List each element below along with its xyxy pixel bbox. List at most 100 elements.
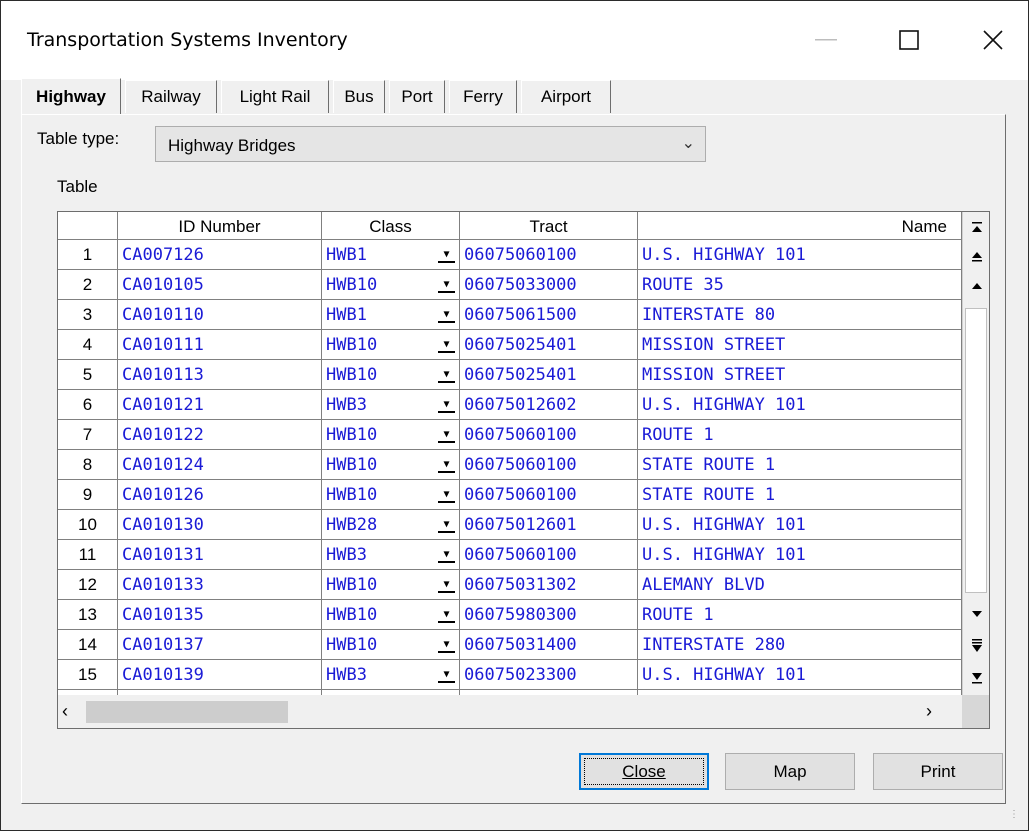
name-cell[interactable]: U.S. HIGHWAY 101 bbox=[638, 510, 962, 540]
scroll-down-icon[interactable] bbox=[963, 600, 989, 627]
tract-cell[interactable]: 06075060100 bbox=[460, 540, 638, 570]
column-header-name[interactable]: Name bbox=[638, 212, 962, 240]
table-row[interactable]: 14 CA010137 HWB10 ▼ 06075031400 INTERSTATE 28… bbox=[58, 630, 962, 660]
class-cell[interactable]: HWB10 ▼ bbox=[322, 480, 460, 510]
id-number-cell[interactable]: CA010133 bbox=[118, 570, 322, 600]
table-row[interactable]: 4 CA010111 HWB10 ▼ 06075025401 MISSION STREET bbox=[58, 330, 962, 360]
close-button[interactable]: Close bbox=[579, 753, 709, 790]
class-cell[interactable]: HWB10 ▼ bbox=[322, 450, 460, 480]
table-row[interactable]: 10 CA010130 HWB28 ▼ 06075012601 U.S. HIGHWAY … bbox=[58, 510, 962, 540]
class-cell[interactable]: HWB1 ▼ bbox=[322, 240, 460, 270]
dropdown-arrow-icon[interactable]: ▼ bbox=[438, 369, 455, 383]
tract-cell[interactable]: 06075012602 bbox=[460, 390, 638, 420]
table-row[interactable]: 13 CA010135 HWB10 ▼ 06075980300 ROUTE 1 bbox=[58, 600, 962, 630]
tab-port[interactable]: Port bbox=[389, 80, 445, 113]
class-cell[interactable]: HWB10 ▼ bbox=[322, 420, 460, 450]
tract-cell[interactable]: 06075033000 bbox=[460, 270, 638, 300]
map-button[interactable]: Map bbox=[725, 753, 855, 790]
class-cell[interactable]: HWB3 ▼ bbox=[322, 390, 460, 420]
class-cell[interactable]: HWB10 ▼ bbox=[322, 330, 460, 360]
scroll-right-icon[interactable]: › bbox=[926, 701, 932, 722]
class-cell[interactable]: HWB10 ▼ bbox=[322, 570, 460, 600]
name-cell[interactable]: ROUTE 1 bbox=[638, 600, 962, 630]
tract-cell[interactable]: 06075025401 bbox=[460, 330, 638, 360]
tract-cell[interactable]: 06075031302 bbox=[460, 570, 638, 600]
column-header-id-number[interactable]: ID Number bbox=[118, 212, 322, 240]
data-grid[interactable]: ID Number Class Tract Name 1 CA007126 HWB1… bbox=[57, 211, 990, 729]
dropdown-arrow-icon[interactable]: ▼ bbox=[438, 399, 455, 413]
dropdown-arrow-icon[interactable]: ▼ bbox=[438, 309, 455, 323]
dropdown-arrow-icon[interactable]: ▼ bbox=[438, 339, 455, 353]
tract-cell[interactable]: 06075023300 bbox=[460, 660, 638, 690]
id-number-cell[interactable]: CA010122 bbox=[118, 420, 322, 450]
class-cell[interactable]: HWB10 ▼ bbox=[322, 270, 460, 300]
table-row[interactable]: 3 CA010110 HWB1 ▼ 06075061500 INTERSTATE 80 bbox=[58, 300, 962, 330]
vertical-scrollbar[interactable] bbox=[962, 212, 989, 695]
table-row[interactable]: 1 CA007126 HWB1 ▼ 06075060100 U.S. HIGHWAY 10… bbox=[58, 240, 962, 270]
id-number-cell[interactable]: CA010110 bbox=[118, 300, 322, 330]
name-cell[interactable]: U.S. HIGHWAY 101 bbox=[638, 660, 962, 690]
name-cell[interactable]: ALEMANY BLVD bbox=[638, 570, 962, 600]
id-number-cell[interactable]: CA010124 bbox=[118, 450, 322, 480]
id-number-cell[interactable]: CA010113 bbox=[118, 360, 322, 390]
tab-bus[interactable]: Bus bbox=[333, 80, 385, 113]
dropdown-arrow-icon[interactable]: ▼ bbox=[438, 459, 455, 473]
id-number-cell[interactable]: CA010121 bbox=[118, 390, 322, 420]
id-number-cell[interactable]: CA010135 bbox=[118, 600, 322, 630]
tract-cell[interactable]: 06075061500 bbox=[460, 300, 638, 330]
tract-cell[interactable]: 06075060100 bbox=[460, 450, 638, 480]
name-cell[interactable]: INTERSTATE 80 bbox=[638, 300, 962, 330]
dropdown-arrow-icon[interactable]: ▼ bbox=[438, 579, 455, 593]
id-number-cell[interactable]: CA010126 bbox=[118, 480, 322, 510]
dropdown-arrow-icon[interactable]: ▼ bbox=[438, 429, 455, 443]
scroll-bottom-icon[interactable] bbox=[963, 664, 989, 691]
name-cell[interactable]: U.S. HIGHWAY 101 bbox=[638, 240, 962, 270]
dropdown-arrow-icon[interactable]: ▼ bbox=[438, 609, 455, 623]
resize-grip-icon[interactable]: ⋮ bbox=[1009, 809, 1019, 820]
name-cell[interactable]: STATE ROUTE 1 bbox=[638, 450, 962, 480]
name-cell[interactable]: U.S. HIGHWAY 101 bbox=[638, 390, 962, 420]
tract-cell[interactable]: 06075060100 bbox=[460, 420, 638, 450]
horizontal-scrollbar[interactable]: ‹ › bbox=[58, 695, 962, 728]
column-header-tract[interactable]: Tract bbox=[460, 212, 638, 240]
tract-cell[interactable]: 06075031400 bbox=[460, 630, 638, 660]
table-row[interactable]: 8 CA010124 HWB10 ▼ 06075060100 STATE ROUTE 1 bbox=[58, 450, 962, 480]
class-cell[interactable]: HWB3 ▼ bbox=[322, 540, 460, 570]
dropdown-arrow-icon[interactable]: ▼ bbox=[438, 639, 455, 653]
dropdown-arrow-icon[interactable]: ▼ bbox=[438, 489, 455, 503]
name-cell[interactable]: ROUTE 1 bbox=[638, 420, 962, 450]
print-button[interactable]: Print bbox=[873, 753, 1003, 790]
class-cell[interactable]: HWB1 ▼ bbox=[322, 300, 460, 330]
page-down-icon[interactable] bbox=[963, 632, 989, 659]
table-row[interactable]: 9 CA010126 HWB10 ▼ 06075060100 STATE ROUTE 1 bbox=[58, 480, 962, 510]
horizontal-scroll-thumb[interactable] bbox=[86, 701, 288, 723]
scroll-left-icon[interactable]: ‹ bbox=[62, 701, 68, 722]
table-row[interactable]: 12 CA010133 HWB10 ▼ 06075031302 ALEMANY BLVD bbox=[58, 570, 962, 600]
maximize-button[interactable] bbox=[879, 15, 939, 65]
table-row[interactable]: 6 CA010121 HWB3 ▼ 06075012602 U.S. HIGHWAY 10… bbox=[58, 390, 962, 420]
id-number-cell[interactable]: CA010137 bbox=[118, 630, 322, 660]
tract-cell[interactable]: 06075060100 bbox=[460, 240, 638, 270]
id-number-cell[interactable]: CA010139 bbox=[118, 660, 322, 690]
tract-cell[interactable]: 06075025401 bbox=[460, 360, 638, 390]
name-cell[interactable]: U.S. HIGHWAY 101 bbox=[638, 540, 962, 570]
id-number-cell[interactable]: CA007126 bbox=[118, 240, 322, 270]
minimize-button[interactable] bbox=[796, 15, 856, 65]
table-row[interactable]: 7 CA010122 HWB10 ▼ 06075060100 ROUTE 1 bbox=[58, 420, 962, 450]
table-row[interactable]: 11 CA010131 HWB3 ▼ 06075060100 U.S. HIGHWAY 1… bbox=[58, 540, 962, 570]
class-cell[interactable]: HWB10 ▼ bbox=[322, 360, 460, 390]
name-cell[interactable]: INTERSTATE 280 bbox=[638, 630, 962, 660]
title-bar[interactable]: Transportation Systems Inventory bbox=[1, 1, 1028, 80]
table-row[interactable]: 5 CA010113 HWB10 ▼ 06075025401 MISSION STREET bbox=[58, 360, 962, 390]
name-cell[interactable]: MISSION STREET bbox=[638, 360, 962, 390]
id-number-cell[interactable]: CA010111 bbox=[118, 330, 322, 360]
tab-railway[interactable]: Railway bbox=[125, 80, 217, 113]
tract-cell[interactable]: 06075060100 bbox=[460, 480, 638, 510]
dropdown-arrow-icon[interactable]: ▼ bbox=[438, 519, 455, 533]
class-cell[interactable]: HWB10 ▼ bbox=[322, 600, 460, 630]
scroll-up-icon[interactable] bbox=[963, 272, 989, 299]
page-up-icon[interactable] bbox=[963, 243, 989, 270]
dropdown-arrow-icon[interactable]: ▼ bbox=[438, 249, 455, 263]
name-cell[interactable]: MISSION STREET bbox=[638, 330, 962, 360]
dropdown-arrow-icon[interactable]: ▼ bbox=[438, 279, 455, 293]
